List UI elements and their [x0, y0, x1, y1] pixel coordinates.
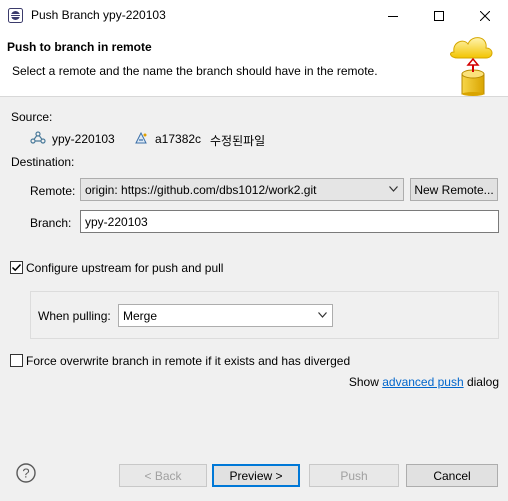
branch-field-value: ypy-220103 [85, 214, 148, 229]
minimize-icon [388, 15, 398, 17]
source-branch: ypy-220103 [52, 132, 115, 146]
advanced-suffix: dialog [466, 375, 499, 389]
branch-field[interactable]: ypy-220103 [80, 210, 499, 233]
checkmark-icon [11, 263, 22, 272]
new-remote-button[interactable]: New Remote... [410, 178, 498, 201]
commit-icon [135, 131, 147, 144]
svg-text:?: ? [22, 466, 29, 481]
close-button[interactable] [462, 0, 508, 31]
chevron-down-icon [389, 186, 398, 192]
cancel-button[interactable]: Cancel [406, 464, 498, 487]
when-pulling-value: Merge [123, 308, 158, 323]
source-label: Source: [11, 110, 53, 124]
when-pulling-select[interactable]: Merge [118, 304, 333, 327]
advanced-prefix: Show [348, 375, 379, 389]
force-overwrite-checkbox[interactable] [10, 354, 23, 367]
chevron-down-icon [318, 312, 327, 318]
back-button[interactable]: < Back [119, 464, 207, 487]
remote-label: Remote: [30, 184, 76, 198]
configure-upstream-checkbox[interactable] [10, 261, 23, 274]
push-button[interactable]: Push [309, 464, 399, 487]
advanced-push-line: Show advanced push dialog [349, 375, 499, 389]
remote-select-value: origin: https://github.com/dbs1012/work2… [85, 182, 317, 197]
help-icon[interactable]: ? [16, 463, 36, 483]
maximize-button[interactable] [416, 0, 462, 31]
banner-description: Select a remote and the name the branch … [12, 64, 378, 78]
destination-label: Destination: [11, 155, 75, 169]
advanced-push-link[interactable]: advanced push [382, 375, 463, 389]
minimize-button[interactable] [370, 0, 416, 31]
force-overwrite-label[interactable]: Force overwrite branch in remote if it e… [26, 354, 350, 368]
commit-id: a17382c [155, 132, 202, 146]
maximize-icon [434, 10, 444, 21]
preview-button[interactable]: Preview > [212, 464, 300, 487]
remote-select[interactable]: origin: https://github.com/dbs1012/work2… [80, 178, 404, 201]
commit-message: 수정된파일 [210, 134, 266, 148]
close-icon [480, 10, 490, 21]
eclipse-icon [8, 8, 23, 23]
window-title: Push Branch ypy-220103 [31, 8, 166, 22]
banner-title: Push to branch in remote [7, 40, 152, 54]
branch-icon [30, 131, 46, 144]
configure-upstream-label[interactable]: Configure upstream for push and pull [26, 261, 223, 275]
push-to-cloud-icon [450, 37, 493, 96]
branch-label: Branch: [30, 216, 72, 230]
when-pulling-label: When pulling: [38, 309, 111, 323]
